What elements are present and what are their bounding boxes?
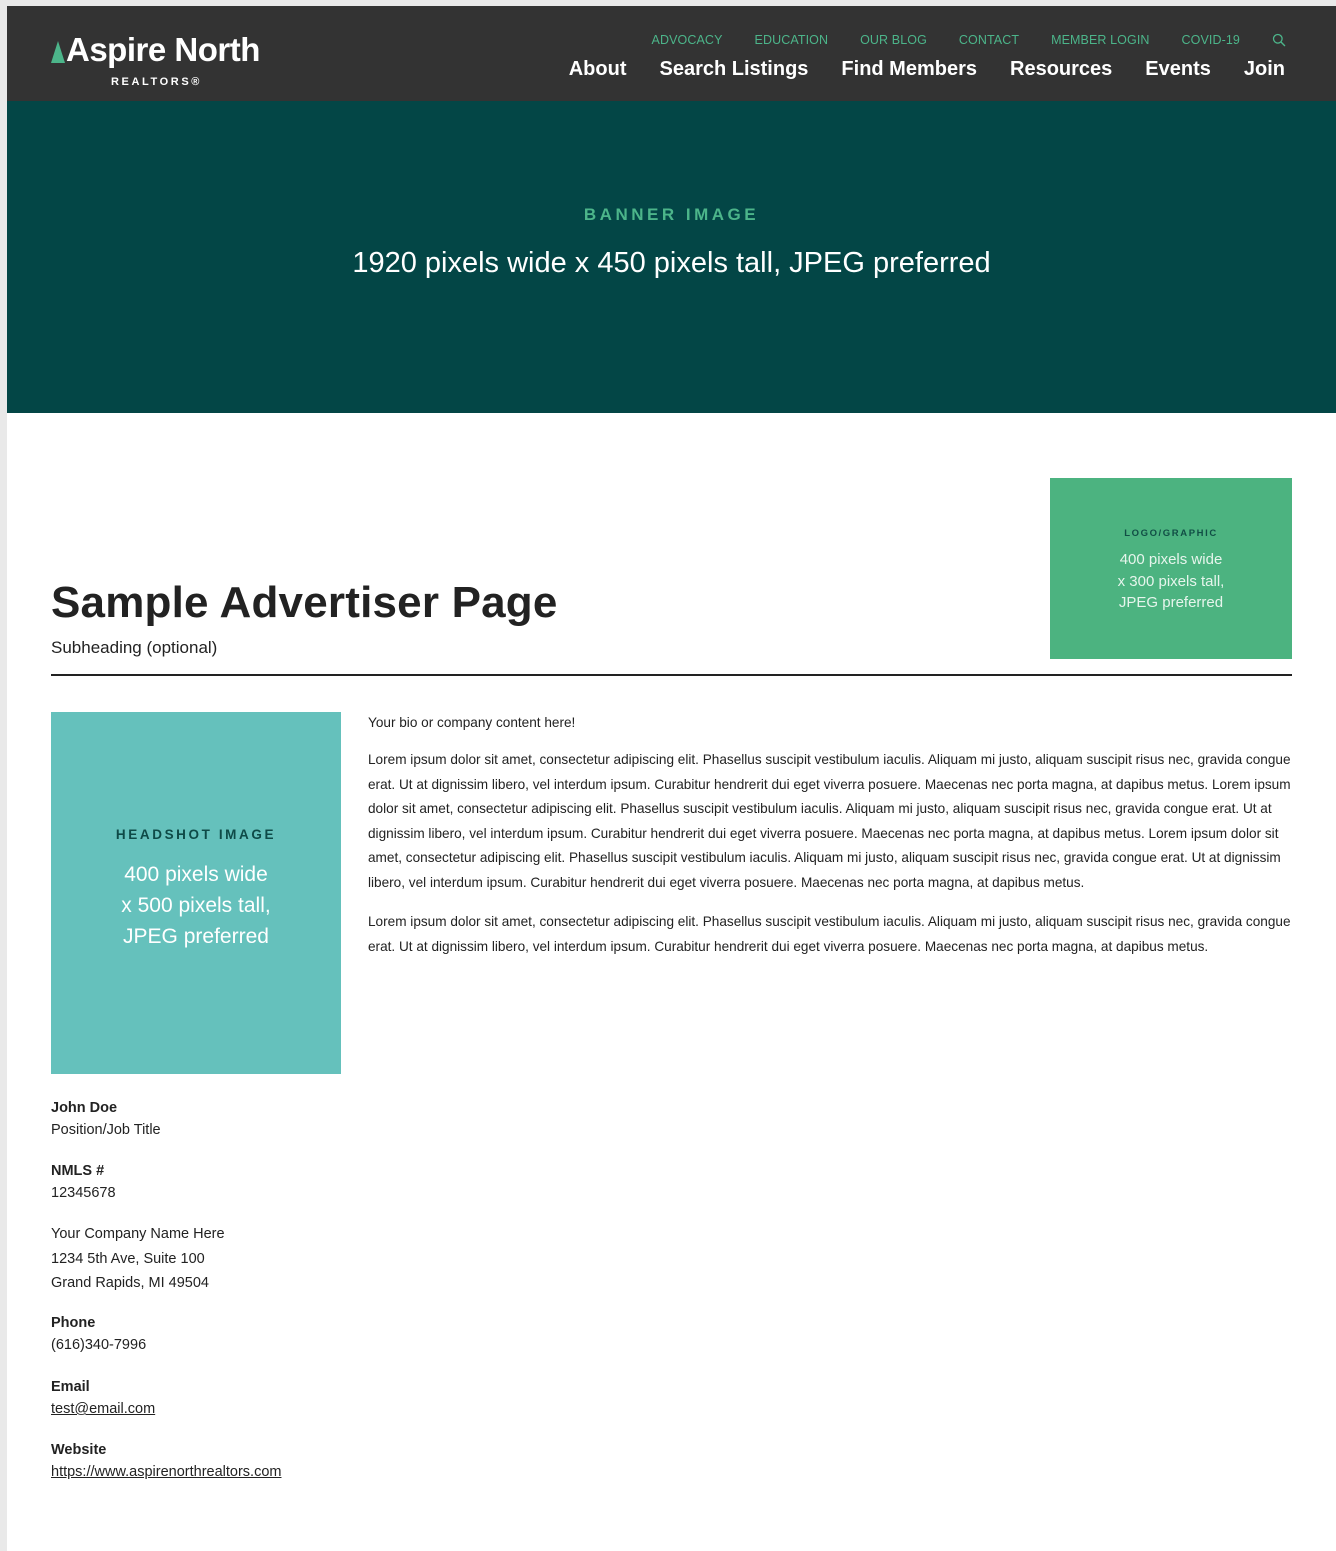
nmls-label: NMLS # [51, 1163, 105, 1179]
contact-name-block: John Doe Position/Job Title [51, 1098, 161, 1143]
bio-content: Your bio or company content here! Lorem … [368, 713, 1296, 959]
util-link-contact[interactable]: CONTACT [959, 33, 1019, 47]
title-divider [51, 674, 1292, 676]
util-link-covid-19[interactable]: COVID-19 [1182, 33, 1240, 47]
address-block: Your Company Name Here 1234 5th Ave, Sui… [51, 1222, 225, 1296]
util-link-our-blog[interactable]: OUR BLOG [860, 33, 927, 47]
headshot-line: x 500 pixels tall, [121, 894, 271, 917]
logo-text: Aspire North [66, 31, 260, 68]
contact-name: John Doe [51, 1100, 118, 1116]
banner-label: BANNER IMAGE [583, 205, 760, 224]
logo-subtext: REALTORS® [111, 76, 202, 88]
website-block: Website https://www.aspirenorthrealtors.… [51, 1440, 281, 1485]
headshot-line: JPEG preferred [123, 925, 269, 948]
banner-subtitle: 1920 pixels wide x 450 pixels tall, JPEG… [352, 247, 991, 279]
bio-paragraph: Lorem ipsum dolor sit amet, consectetur … [368, 914, 1291, 954]
headshot-line: 400 pixels wide [124, 863, 268, 886]
company-name: Your Company Name Here [51, 1226, 225, 1242]
website-link[interactable]: https://www.aspirenorthrealtors.com [51, 1464, 281, 1480]
headshot-label: HEADSHOT IMAGE [115, 827, 277, 842]
page-title: Sample Advertiser Page [51, 578, 558, 627]
headshot-text: 400 pixels wide x 500 pixels tall, JPEG … [51, 859, 341, 952]
util-link-advocacy[interactable]: ADVOCACY [652, 33, 723, 47]
logo-graphic-text: 400 pixels wide x 300 pixels tall, JPEG … [1050, 549, 1292, 614]
email-block: Email test@email.com [51, 1377, 155, 1422]
website-label: Website [51, 1442, 107, 1458]
site-header: Aspire North REALTORS® ADVOCACY EDUCATIO… [7, 6, 1336, 101]
utility-nav: ADVOCACY EDUCATION OUR BLOG CONTACT MEMB… [652, 32, 1286, 48]
nav-link-about[interactable]: About [569, 58, 627, 81]
search-icon[interactable] [1272, 33, 1286, 47]
bio-paragraph: Lorem ipsum dolor sit amet, consectetur … [368, 752, 1291, 890]
page: Aspire North REALTORS® ADVOCACY EDUCATIO… [7, 6, 1336, 1551]
nav-link-resources[interactable]: Resources [1010, 58, 1112, 81]
nav-link-find-members[interactable]: Find Members [841, 58, 977, 81]
nmls-block: NMLS # 12345678 [51, 1161, 116, 1206]
logo-wordmark: Aspire North [51, 30, 263, 70]
bio-intro: Your bio or company content here! [368, 715, 576, 730]
nav-link-events[interactable]: Events [1145, 58, 1211, 81]
phone-label: Phone [51, 1315, 96, 1331]
page-subtitle: Subheading (optional) [51, 638, 218, 657]
banner-image-placeholder: BANNER IMAGE 1920 pixels wide x 450 pixe… [7, 101, 1336, 413]
logo-graphic-line: 400 pixels wide [1119, 551, 1223, 568]
contact-position: Position/Job Title [51, 1122, 161, 1138]
logo-graphic-placeholder: LOGO/GRAPHIC 400 pixels wide x 300 pixel… [1050, 478, 1292, 659]
nav-link-join[interactable]: Join [1244, 58, 1285, 81]
logo-graphic-line: JPEG preferred [1118, 594, 1224, 611]
nmls-value: 12345678 [51, 1185, 116, 1201]
main-nav: About Search Listings Find Members Resou… [569, 55, 1285, 83]
phone-value: (616)340-7996 [51, 1337, 147, 1353]
address-city: Grand Rapids, MI 49504 [51, 1275, 209, 1291]
email-link[interactable]: test@email.com [51, 1401, 155, 1417]
util-link-education[interactable]: EDUCATION [755, 33, 829, 47]
util-link-member-login[interactable]: MEMBER LOGIN [1051, 33, 1149, 47]
nav-link-search-listings[interactable]: Search Listings [659, 58, 808, 81]
site-logo[interactable]: Aspire North REALTORS® [51, 30, 263, 96]
logo-graphic-line: x 300 pixels tall, [1117, 572, 1225, 590]
logo-graphic-label: LOGO/GRAPHIC [1124, 528, 1218, 539]
address-street: 1234 5th Ave, Suite 100 [51, 1250, 205, 1267]
phone-block: Phone (616)340-7996 [51, 1313, 146, 1358]
logo-triangle-icon [51, 41, 65, 63]
email-label: Email [51, 1379, 90, 1395]
headshot-image-placeholder: HEADSHOT IMAGE 400 pixels wide x 500 pix… [51, 712, 341, 1074]
